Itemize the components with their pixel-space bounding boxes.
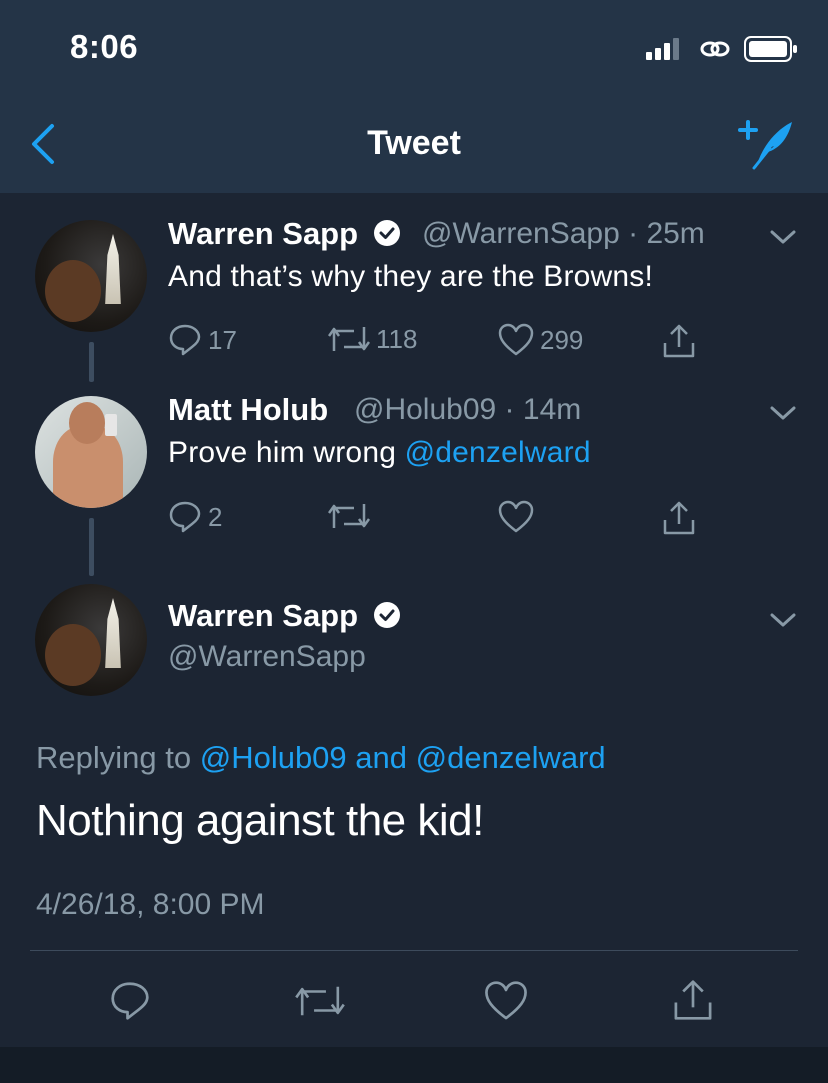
retweet-button[interactable]: 118 (328, 323, 417, 355)
like-icon (485, 981, 527, 1020)
tweet-handle-time: @Holub09 · 14m (354, 393, 582, 426)
bottom-bar (0, 1047, 828, 1083)
share-icon (674, 980, 712, 1020)
like-button[interactable] (498, 500, 534, 534)
reply-button[interactable]: 17 (168, 323, 237, 357)
share-icon (663, 324, 695, 358)
tweet-author-name[interactable]: Warren Sapp (168, 216, 401, 252)
avatar[interactable] (35, 584, 147, 696)
main-author-handle: @WarrenSapp (168, 640, 366, 673)
mention-link[interactable]: @Holub09 (200, 740, 347, 775)
battery-icon (744, 36, 797, 62)
tweet-text: Prove him wrong @denzelward (168, 436, 591, 469)
retweet-button[interactable] (328, 500, 370, 532)
avatar[interactable] (35, 396, 147, 508)
tweet-author-name[interactable]: Matt Holub (168, 392, 328, 428)
signal-icon (646, 38, 679, 60)
retweet-icon (328, 327, 370, 351)
like-button[interactable]: 299 (498, 323, 583, 357)
thread-line (89, 342, 94, 382)
main-tweet-text: Nothing against the kid! (36, 796, 484, 845)
main-author-name[interactable]: Warren Sapp (168, 598, 401, 634)
share-button[interactable] (662, 500, 696, 536)
tweet-timestamp: 4/26/18, 8:00 PM (36, 888, 265, 921)
reply-button[interactable]: 2 (168, 500, 222, 534)
retweet-icon (328, 504, 370, 528)
reply-icon (169, 501, 201, 533)
divider (30, 950, 798, 951)
like-icon (498, 323, 534, 356)
chevron-down-icon[interactable] (770, 229, 796, 245)
replying-to: Replying to @Holub09 and @denzelward (36, 740, 606, 775)
like-button[interactable] (484, 980, 528, 1022)
retweet-icon (295, 986, 345, 1016)
share-button[interactable] (672, 978, 714, 1022)
reply-button[interactable] (108, 980, 152, 1022)
tweet-handle-time: @WarrenSapp · 25m (422, 217, 705, 250)
like-icon (498, 500, 534, 533)
link-icon (700, 41, 730, 57)
nav-bar: Tweet (0, 96, 828, 193)
status-bar: 8:06 (0, 0, 828, 96)
verified-icon (373, 602, 400, 628)
chevron-down-icon[interactable] (770, 405, 796, 421)
share-icon (663, 501, 695, 535)
reply-icon (111, 982, 149, 1020)
chevron-down-icon[interactable] (770, 612, 796, 628)
status-icons (646, 36, 798, 62)
tweet-text: And that’s why they are the Browns! (168, 260, 654, 293)
compose-quill-icon[interactable] (736, 118, 794, 170)
share-button[interactable] (662, 323, 696, 359)
reply-icon (169, 324, 201, 356)
avatar[interactable] (35, 220, 147, 332)
status-time: 8:06 (70, 28, 139, 65)
mention-link[interactable]: @denzelward (416, 740, 606, 775)
retweet-button[interactable] (294, 982, 346, 1020)
page-title: Tweet (367, 124, 461, 162)
thread-line (89, 518, 94, 576)
verified-icon (373, 220, 400, 246)
mention-link[interactable]: @denzelward (405, 436, 591, 469)
